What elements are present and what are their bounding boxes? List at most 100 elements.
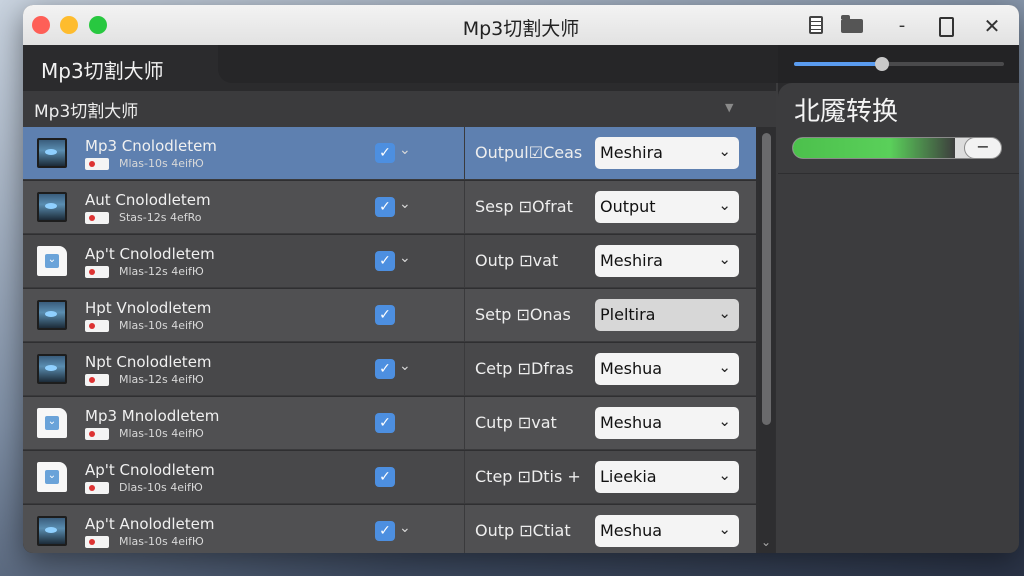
image-file-icon xyxy=(37,354,67,384)
chevron-down-icon: ⌄ xyxy=(718,466,731,484)
panel-divider xyxy=(778,173,1019,174)
file-name: Mp3 Cnolodletem xyxy=(85,137,217,155)
conversion-title: 北魇转换 xyxy=(794,97,899,127)
file-row[interactable]: Ap't Cnolodletem Mlas-12s 4eifЮ ✓⌄ Outp ⊡va… xyxy=(23,235,756,288)
row-checkbox[interactable]: ✓ xyxy=(375,359,395,379)
column-divider xyxy=(464,397,465,450)
file-meta: Mlas-12s 4eifЮ xyxy=(119,265,204,278)
row-checkbox[interactable]: ✓ xyxy=(375,143,395,163)
file-row[interactable]: Mp3 Mnolodletem Mlas-10s 4eifЮ ✓ Cutp ⊡vat M… xyxy=(23,397,756,450)
file-row[interactable]: Ap't Cnolodletem Dlas-10s 4eifЮ ✓ Ctep ⊡Dti… xyxy=(23,451,756,504)
list-header-title: Mp3切割大师 xyxy=(34,102,139,122)
row-chevron-icon[interactable]: ⌄ xyxy=(399,358,411,374)
output-select[interactable]: Meshua ⌄ xyxy=(595,515,739,547)
file-name: Ap't Cnolodletem xyxy=(85,245,215,263)
row-chevron-icon[interactable]: ⌄ xyxy=(399,196,411,212)
file-list: Mp3 Cnolodletem Mlas-10s 4eifЮ ✓ ⌄ Outpul☑Ce… xyxy=(23,127,761,553)
chevron-down-icon[interactable]: ▼ xyxy=(725,101,733,114)
file-meta: Mlas-12s 4eifЮ xyxy=(119,373,204,386)
output-format-label: Cutp ⊡vat xyxy=(475,413,557,432)
column-divider xyxy=(464,127,465,180)
output-format-label: Outpul☑Ceas xyxy=(475,143,583,162)
app-header: Mp3切割大师 xyxy=(23,45,778,91)
chevron-down-icon: ⌄ xyxy=(718,520,731,538)
app-window: Mp3切割大师 - ✕ Mp3切割大师 Mp3切割大师 ▼ Mp3 Cnolod… xyxy=(23,5,1019,553)
minimize-icon[interactable]: - xyxy=(889,13,915,39)
output-select[interactable]: Meshua ⌄ xyxy=(595,407,739,439)
chevron-down-icon: ⌄ xyxy=(718,196,731,214)
output-format-label: Sesp ⊡Ofrat xyxy=(475,197,573,216)
folder-icon[interactable] xyxy=(839,13,865,39)
volume-slider-fill xyxy=(794,62,883,66)
column-divider xyxy=(464,235,465,288)
volume-slider-knob[interactable] xyxy=(875,57,890,71)
progress-fill xyxy=(793,138,956,158)
output-format-label: Outp ⊡vat xyxy=(475,251,559,270)
column-divider xyxy=(464,181,465,234)
file-row[interactable]: Mp3 Cnolodletem Mlas-10s 4eifЮ ✓ ⌄ Outpul☑Ce… xyxy=(23,127,756,180)
document-file-icon xyxy=(37,462,67,492)
row-checkbox[interactable]: ✓ xyxy=(375,251,395,271)
output-select-value: Meshira xyxy=(600,143,663,162)
scroll-down-icon[interactable]: ⌄ xyxy=(761,535,771,549)
image-file-icon xyxy=(37,300,67,330)
row-chevron-icon[interactable]: ⌄ xyxy=(399,520,411,536)
file-name: Aut Cnolodletem xyxy=(85,191,211,209)
title-bar: Mp3切割大师 - ✕ xyxy=(23,5,1019,45)
file-name: Ap't Cnolodletem xyxy=(85,461,215,479)
row-checkbox[interactable]: ✓ xyxy=(375,413,395,433)
row-checkbox[interactable]: ✓ xyxy=(375,305,395,325)
close-icon[interactable]: ✕ xyxy=(979,13,1005,39)
chevron-down-icon: ⌄ xyxy=(718,304,731,322)
row-checkbox[interactable]: ✓ xyxy=(375,521,395,541)
file-meta: Stas-12s 4efRo xyxy=(119,211,202,224)
file-name: Mp3 Mnolodletem xyxy=(85,407,220,425)
header-tab-area xyxy=(218,45,778,83)
file-row[interactable]: Hpt Vnolodletem Mlas-10s 4eifЮ ✓ Setp ⊡Onas… xyxy=(23,289,756,342)
output-select[interactable]: Output ⌄ xyxy=(595,191,739,223)
scrollbar-thumb[interactable] xyxy=(762,133,771,425)
audio-meta-icon xyxy=(85,428,109,440)
file-meta: Mlas-10s 4eifЮ xyxy=(119,535,204,548)
output-select-value: Output xyxy=(600,197,656,216)
document-icon[interactable] xyxy=(803,13,829,39)
document-file-icon xyxy=(37,246,67,276)
row-checkbox[interactable]: ✓ xyxy=(375,467,395,487)
conversion-pane: 北魇转换 − xyxy=(778,45,1019,553)
output-select-value: Pleltira xyxy=(600,305,656,324)
conversion-panel: 北魇转换 − xyxy=(778,83,1019,553)
column-divider xyxy=(464,343,465,396)
file-meta: Mlas-10s 4eifЮ xyxy=(119,319,204,332)
file-row[interactable]: Npt Cnolodletem Mlas-12s 4eifЮ ✓ ⌄ Cetp ⊡Dfr… xyxy=(23,343,756,396)
output-select[interactable]: Lieekia ⌄ xyxy=(595,461,739,493)
row-chevron-icon[interactable]: ⌄ xyxy=(399,142,411,158)
audio-meta-icon xyxy=(85,266,109,278)
file-meta: Mlas-10s 4eifЮ xyxy=(119,427,204,440)
image-file-icon xyxy=(37,138,67,168)
output-select-value: Meshua xyxy=(600,413,663,432)
audio-meta-icon xyxy=(85,536,109,548)
audio-meta-icon xyxy=(85,158,109,170)
row-chevron-icon[interactable]: ⌄ xyxy=(399,250,411,266)
output-select[interactable]: Pleltira ⌄ xyxy=(595,299,739,331)
file-row[interactable]: Ap't Anolodletem Mlas-10s 4eifЮ ✓ ⌄ Outp ⊡Ct… xyxy=(23,505,756,553)
output-select-value: Meshira xyxy=(600,251,663,270)
file-name: Ap't Anolodletem xyxy=(85,515,215,533)
output-select[interactable]: Meshua ⌄ xyxy=(595,353,739,385)
progress-cancel-button[interactable]: − xyxy=(964,137,1002,159)
image-file-icon xyxy=(37,192,67,222)
maximize-icon[interactable] xyxy=(933,13,959,39)
audio-meta-icon xyxy=(85,320,109,332)
file-name: Hpt Vnolodletem xyxy=(85,299,212,317)
output-select[interactable]: Meshira ⌄ xyxy=(595,137,739,169)
column-divider xyxy=(464,289,465,342)
file-meta: Dlas-10s 4eifЮ xyxy=(119,481,203,494)
row-checkbox[interactable]: ✓ xyxy=(375,197,395,217)
output-select[interactable]: Meshira ⌄ xyxy=(595,245,739,277)
file-row[interactable]: Aut Cnolodletem Stas-12s 4efRo ✓ ⌄ Sesp ⊡Ofr… xyxy=(23,181,756,234)
output-format-label: Cetp ⊡Dfras xyxy=(475,359,574,378)
app-title: Mp3切割大师 xyxy=(41,59,164,83)
output-format-label: Setp ⊡Onas xyxy=(475,305,571,324)
list-header[interactable]: Mp3切割大师 ▼ xyxy=(23,91,776,127)
chevron-down-icon: ⌄ xyxy=(718,358,731,376)
